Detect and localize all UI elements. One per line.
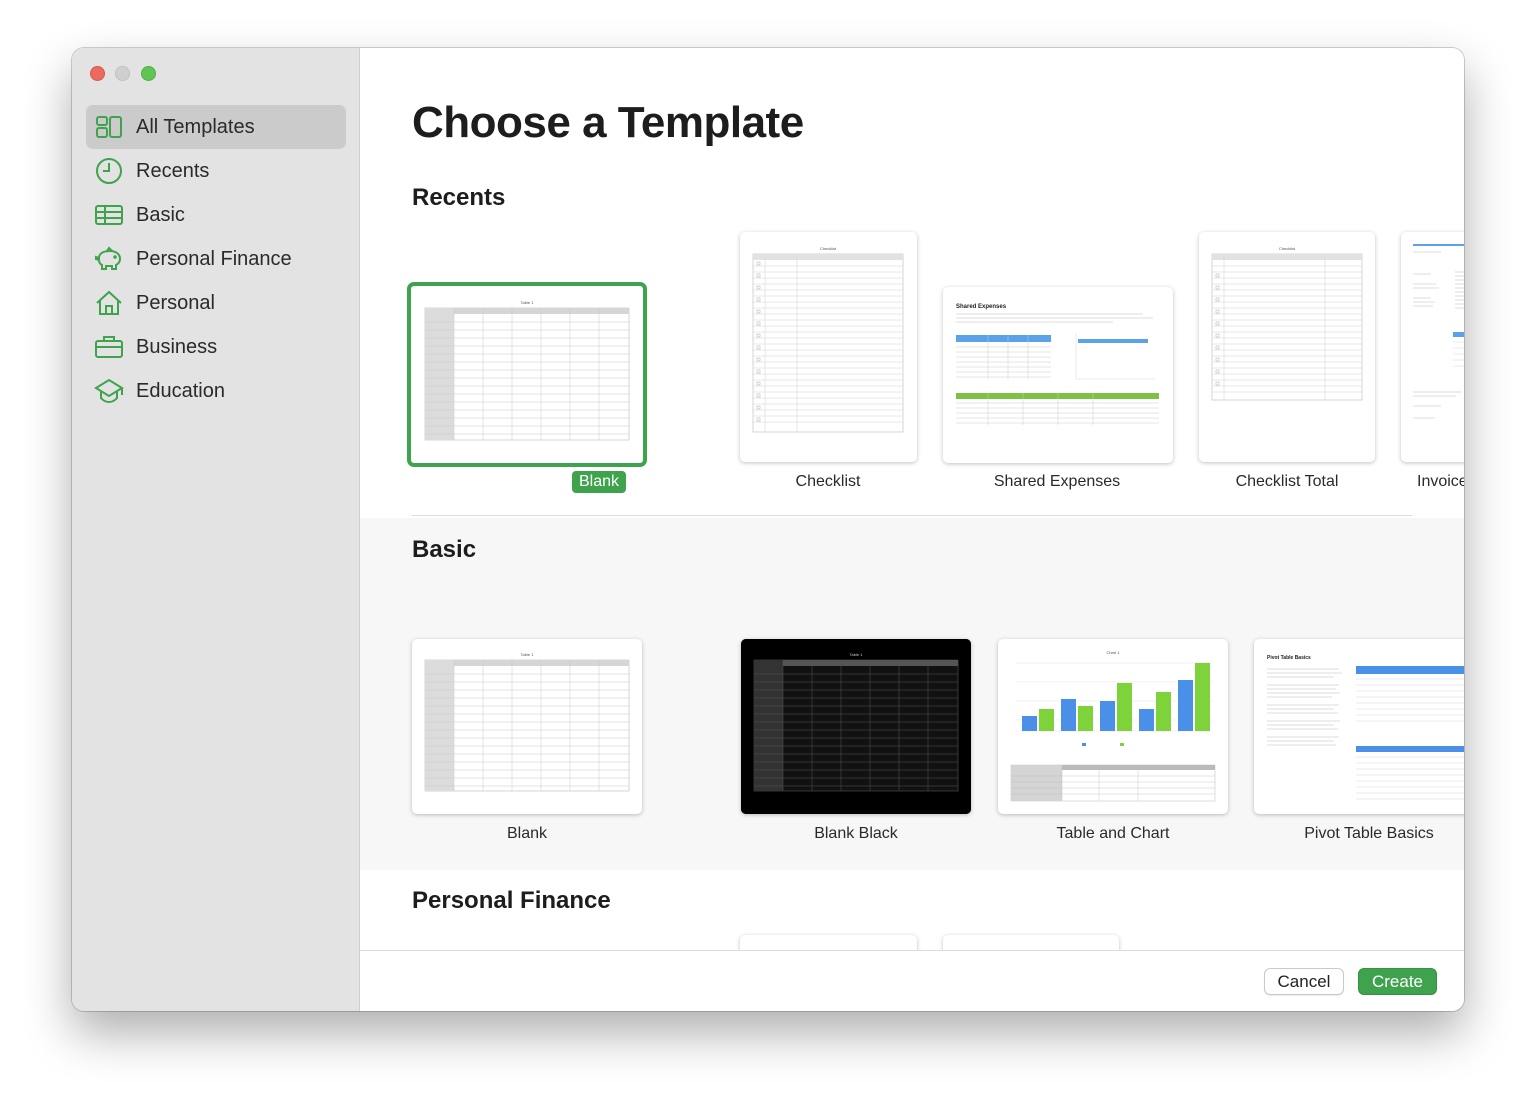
template-label: Shared Expenses [993,473,1121,490]
template-thumb-pivot-table-basics[interactable]: Pivot Table Basics [1254,639,1464,814]
sidebar-item-all-templates[interactable]: All Templates [86,105,346,149]
sidebar-item-label: Business [136,335,218,358]
cancel-button[interactable]: Cancel [1264,968,1344,995]
sidebar-item-recents[interactable]: Recents [86,149,346,193]
piggy-bank-icon [94,244,124,274]
graduation-cap-icon [94,376,124,406]
template-thumb-blank-recent[interactable]: Table 1 [407,282,647,467]
briefcase-icon [94,332,124,362]
template-thumb-shared-expenses[interactable]: Shared Expenses [943,287,1173,463]
category-nav: All Templates Recents Basic Personal Fin… [86,105,346,413]
template-label: Checklist [795,473,861,490]
grid-icon [94,112,124,142]
template-gallery[interactable]: Choose a Template Recents Table 1 Blank … [360,48,1464,950]
zoom-window-button[interactable] [141,66,156,81]
template-label: Blank [506,825,548,842]
svg-text:Table 1: Table 1 [521,300,535,305]
sidebar-item-education[interactable]: Education [86,369,346,413]
template-label: Checklist Total [1235,473,1339,490]
svg-text:Chart 1: Chart 1 [1106,650,1120,655]
template-thumb-blank[interactable]: Table 1 [412,639,642,814]
template-label: Table and Chart [1056,825,1170,842]
sidebar-item-label: All Templates [136,115,255,138]
section-title-personal-finance: Personal Finance [412,887,611,914]
svg-text:Checklist: Checklist [1279,246,1296,251]
template-thumb-table-and-chart[interactable]: Chart 1 [998,639,1228,814]
template-label: Blank [571,471,627,493]
section-title-basic: Basic [412,536,477,563]
sidebar-item-label: Basic [136,203,185,226]
svg-text:Table 1: Table 1 [521,652,535,657]
sidebar-item-personal[interactable]: Personal [86,281,346,325]
template-thumb-invoice[interactable] [1401,232,1464,462]
sidebar-item-basic[interactable]: Basic [86,193,346,237]
svg-text:Table 1: Table 1 [850,652,864,657]
svg-text:Shared Expenses: Shared Expenses [956,304,1007,310]
svg-text:Checklist: Checklist [820,246,837,251]
dialog-footer: Cancel Create [360,950,1464,1011]
sidebar: All Templates Recents Basic Personal Fin… [72,48,360,1011]
template-thumb-personal-finance-2[interactable] [943,935,1119,950]
template-thumb-blank-black[interactable]: Table 1 [741,639,971,814]
close-window-button[interactable] [90,66,105,81]
section-divider [412,515,1412,516]
template-label: Blank Black [814,825,898,842]
house-icon [94,288,124,318]
sidebar-item-label: Recents [136,159,210,182]
template-thumb-checklist-total[interactable]: Checklist [1199,232,1375,462]
sidebar-item-label: Personal [136,291,215,314]
template-label: Invoice [1417,473,1464,490]
template-thumb-personal-finance-1[interactable] [740,935,917,950]
sidebar-item-label: Education [136,379,225,402]
template-chooser-window: All Templates Recents Basic Personal Fin… [72,48,1464,1011]
page-title: Choose a Template [412,98,804,147]
table-icon [94,200,124,230]
sidebar-item-personal-finance[interactable]: Personal Finance [86,237,346,281]
clock-icon [94,156,124,186]
create-button[interactable]: Create [1358,968,1437,995]
svg-text:Pivot Table Basics: Pivot Table Basics [1267,655,1311,661]
section-title-recents: Recents [412,184,506,211]
sidebar-item-business[interactable]: Business [86,325,346,369]
sidebar-item-label: Personal Finance [136,247,292,270]
template-thumb-checklist[interactable]: Checklist [740,232,917,462]
minimize-window-button[interactable] [115,66,130,81]
template-label: Pivot Table Basics [1304,825,1434,842]
